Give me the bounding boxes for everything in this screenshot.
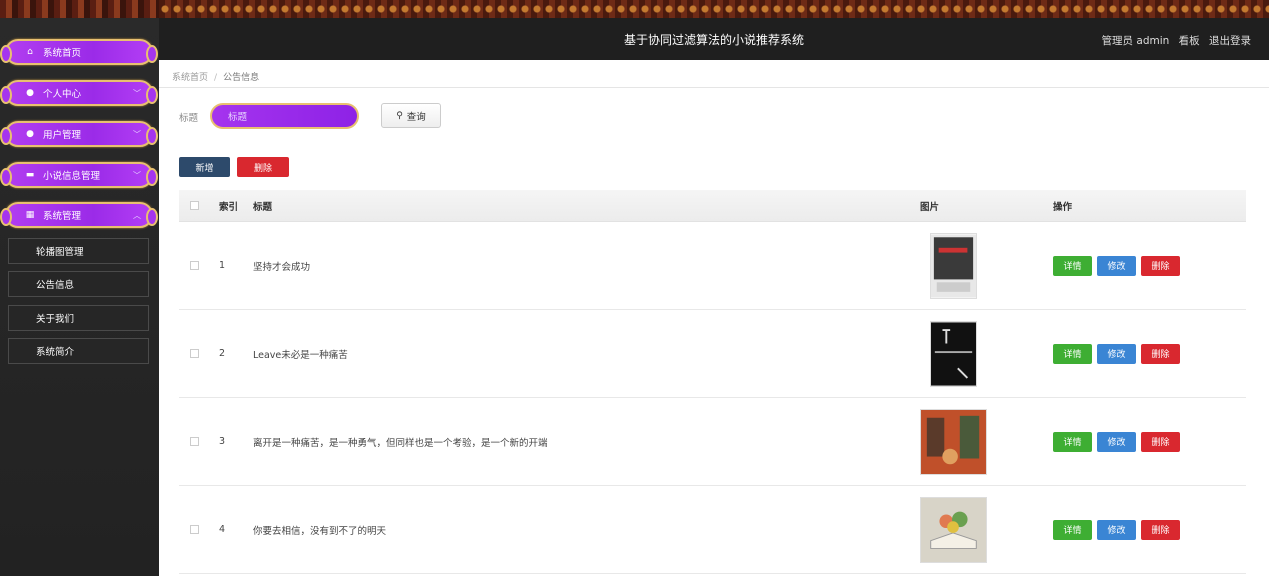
sidebar-top-pattern [0, 0, 159, 18]
row-checkbox[interactable] [189, 261, 199, 270]
search-input[interactable]: 标题 [210, 103, 359, 129]
divider [159, 87, 1269, 88]
search-icon: ⚲ [396, 110, 403, 121]
home-icon: ⌂ [27, 47, 33, 57]
row-title: Leave未必是一种痛苦 [253, 349, 348, 361]
detail-button[interactable]: 详情 [1053, 431, 1092, 452]
breadcrumb-current: 公告信息 [223, 73, 260, 83]
edit-button[interactable]: 修改 [1097, 519, 1136, 540]
row-title: 你要去相信，没有到不了的明天 [253, 525, 387, 537]
table-row: 4 你要去相信，没有到不了的明天 详情 修改 删除 [179, 486, 1246, 574]
row-title: 离开是一种痛苦，是一种勇气，但同样也是一个考验，是一个新的开端 [253, 437, 548, 449]
search-button[interactable]: ⚲ 查询 [381, 103, 441, 128]
row-thumbnail [930, 320, 977, 387]
delete-button[interactable]: 删除 [1141, 431, 1180, 452]
user-icon: ● [26, 88, 34, 98]
table-row: 2 Leave未必是一种痛苦 详情 修改 删除 [179, 310, 1246, 398]
chevron-down-icon: ﹀ [133, 170, 141, 180]
logout-link[interactable]: 退出登录 [1209, 35, 1251, 47]
sidebar-subitem-carousel[interactable]: 轮播图管理 [8, 238, 149, 264]
add-button[interactable]: 新增 [179, 157, 230, 177]
chevron-up-icon: ︿ [133, 210, 141, 220]
row-index: 1 [219, 260, 226, 271]
user-icon: ● [26, 129, 34, 139]
sidebar-item-novel-management[interactable]: ▬ 小说信息管理 ﹀ [0, 162, 158, 188]
search-label: 标题 [179, 113, 199, 124]
breadcrumb: 系统首页 / 公告信息 [172, 70, 259, 83]
row-index: 3 [219, 436, 226, 447]
sidebar-item-system-management[interactable]: ▦ 系统管理 ︿ [0, 202, 158, 228]
column-header-index: 索引 [219, 201, 239, 213]
top-header: 基于协同过滤算法的小说推荐系统 管理员 admin 看板 退出登录 [159, 0, 1269, 60]
sidebar-subitem-about[interactable]: 关于我们 [8, 305, 149, 331]
sidebar-subitem-intro[interactable]: 系统简介 [8, 338, 149, 364]
row-thumbnail [920, 408, 987, 475]
sidebar-item-user-management[interactable]: ● 用户管理 ﹀ [0, 121, 158, 147]
row-thumbnail [930, 232, 977, 299]
chat-icon: ▬ [25, 170, 35, 180]
row-thumbnail [920, 496, 987, 563]
row-title: 坚持才会成功 [253, 261, 311, 273]
edit-button[interactable]: 修改 [1097, 343, 1136, 364]
sidebar-item-home[interactable]: ⌂ 系统首页 [0, 39, 158, 65]
announcement-table: 索引 标题 图片 操作 1 坚持才会成功 详情 修改 删除 2 Leave未必是… [179, 190, 1246, 574]
row-checkbox[interactable] [189, 525, 199, 534]
grid-icon: ▦ [25, 210, 35, 220]
row-index: 2 [219, 348, 226, 359]
delete-button[interactable]: 删除 [1141, 343, 1180, 364]
detail-button[interactable]: 详情 [1053, 255, 1092, 276]
user-role: 管理员 admin [1101, 35, 1170, 47]
sidebar-subitem-announcements[interactable]: 公告信息 [8, 271, 149, 297]
row-checkbox[interactable] [189, 349, 199, 358]
sidebar-item-personal-center[interactable]: ● 个人中心 ﹀ [0, 80, 158, 106]
delete-button[interactable]: 删除 [1141, 519, 1180, 540]
table-row: 1 坚持才会成功 详情 修改 删除 [179, 222, 1246, 310]
delete-button[interactable]: 删除 [1141, 255, 1180, 276]
search-button-label: 查询 [406, 111, 426, 123]
breadcrumb-separator: / [214, 73, 218, 83]
column-header-ops: 操作 [1053, 201, 1073, 213]
header-pattern [159, 0, 1269, 18]
column-header-image: 图片 [920, 201, 940, 213]
column-header-title: 标题 [253, 201, 273, 213]
sidebar-item-label: 小说信息管理 [43, 171, 101, 182]
sidebar-item-label: 个人中心 [43, 89, 82, 100]
detail-button[interactable]: 详情 [1053, 343, 1092, 364]
sidebar-item-label: 系统管理 [43, 211, 82, 222]
table-row: 3 离开是一种痛苦，是一种勇气，但同样也是一个考验，是一个新的开端 详情 修改 … [179, 398, 1246, 486]
sidebar-item-label: 用户管理 [43, 130, 82, 141]
dashboard-link[interactable]: 看板 [1179, 35, 1200, 47]
row-checkbox[interactable] [189, 437, 199, 446]
edit-button[interactable]: 修改 [1097, 431, 1136, 452]
chevron-down-icon: ﹀ [133, 129, 141, 139]
breadcrumb-home[interactable]: 系统首页 [172, 73, 208, 83]
table-header: 索引 标题 图片 操作 [179, 190, 1246, 222]
row-index: 4 [219, 524, 226, 535]
edit-button[interactable]: 修改 [1097, 255, 1136, 276]
detail-button[interactable]: 详情 [1053, 519, 1092, 540]
sidebar-item-label: 系统首页 [43, 48, 82, 59]
chevron-down-icon: ﹀ [133, 88, 141, 98]
header-user-area: 管理员 admin 看板 退出登录 [1096, 33, 1251, 48]
select-all-checkbox[interactable] [189, 201, 199, 210]
bulk-delete-button[interactable]: 删除 [237, 157, 289, 177]
